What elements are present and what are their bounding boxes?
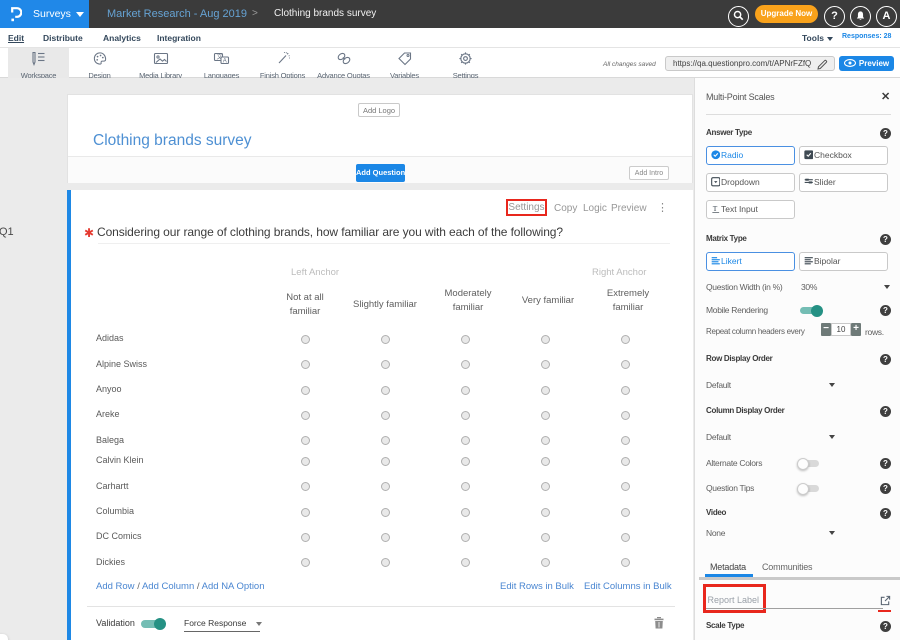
svg-text:A: A — [223, 59, 227, 65]
svg-text:T: T — [712, 204, 717, 213]
